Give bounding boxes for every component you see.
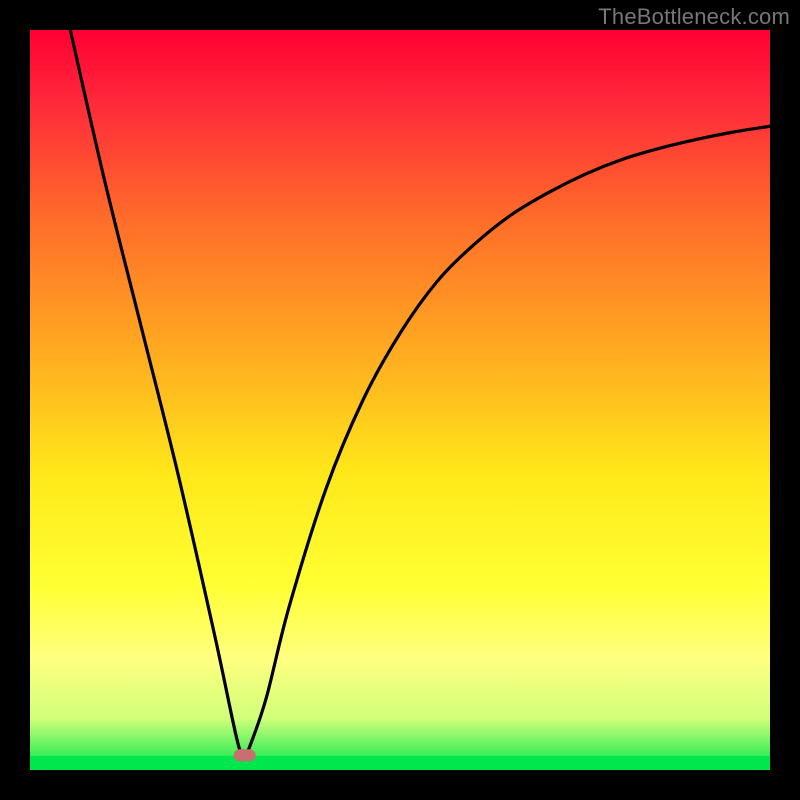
chart-frame: TheBottleneck.com xyxy=(0,0,800,800)
chart-plot-area xyxy=(30,30,770,770)
watermark-text: TheBottleneck.com xyxy=(598,4,790,30)
chart-svg xyxy=(30,30,770,770)
